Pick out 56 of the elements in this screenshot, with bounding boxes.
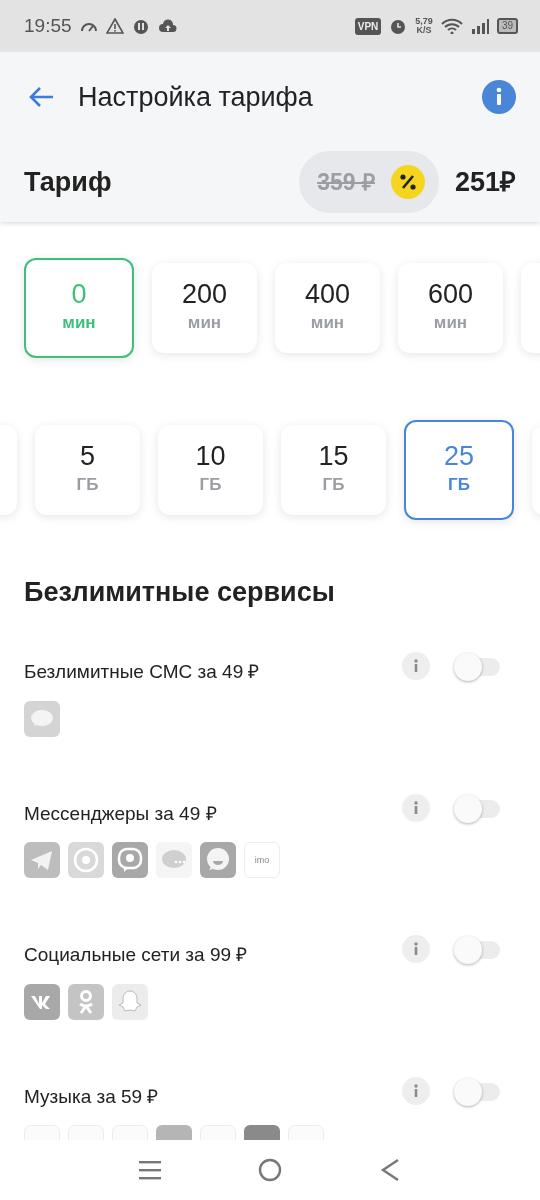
signal-icon [470,18,489,34]
info-button[interactable] [402,935,430,964]
warning-icon [105,18,124,34]
option-card[interactable]: 25 ГБ [404,420,514,520]
chat-bubble-icon [24,700,60,737]
cloud-upload-icon [157,19,178,33]
info-icon [482,80,516,114]
app-icon [24,983,60,1020]
figure-icon [68,983,104,1020]
section-title: Безлимитные сервисы [24,576,336,609]
phone-bubble-icon [112,842,148,879]
phone-bubble-icon [68,842,104,879]
toggle-switch[interactable] [454,1077,502,1104]
alarm-icon [389,17,408,35]
service-title: Безлимитные СМС за 49 ₽ [24,660,260,685]
service-title: Музыка за 59 ₽ [24,1084,159,1109]
app-icon: imo [244,842,280,879]
ghost-icon [112,983,148,1020]
info-icon [402,935,430,964]
app-icon [131,17,150,35]
option-card[interactable]: 200 мин [152,263,257,353]
info-icon [402,1076,430,1105]
info-button[interactable] [402,1076,430,1105]
chat-bubble-icon [200,842,236,879]
info-icon [402,793,430,822]
service-title: Мессенджеры за 49 ₽ [24,801,217,826]
info-button[interactable] [482,80,516,114]
tariff-label: Тариф [24,165,112,199]
toggle-switch[interactable] [454,794,502,821]
menu-icon[interactable] [138,1160,161,1180]
battery-level: 39 [496,18,518,34]
speed-unit: K/S [416,26,432,35]
old-price: 359 ₽ [317,167,375,197]
status-time: 19:55 [24,13,72,38]
wifi-icon [440,18,463,34]
screen-title: Настройка тарифа [78,80,313,114]
toggle-switch[interactable] [454,653,502,680]
percent-icon [390,165,425,199]
option-card[interactable]: 400 мин [275,263,380,353]
chat-bubble-icon [156,842,192,879]
home-icon[interactable] [258,1158,282,1182]
info-icon [402,652,430,681]
toggle-switch[interactable] [454,936,502,963]
price: 251₽ [454,165,516,199]
network-speed: 5,79 [415,17,433,26]
info-button[interactable] [402,793,430,822]
info-button[interactable] [402,652,430,681]
back-button[interactable] [28,86,54,108]
paper-plane-icon [24,842,60,879]
service-title: Социальные сети за 99 ₽ [24,943,248,968]
option-card[interactable]: 15 ГБ [281,425,386,515]
option-card[interactable]: 600 мин [398,263,503,353]
option-card[interactable]: 10 ГБ [158,425,263,515]
vpn-indicator: VPN [354,17,382,35]
back-arrow-icon [28,86,54,108]
option-card[interactable]: 5 ГБ [35,425,140,515]
